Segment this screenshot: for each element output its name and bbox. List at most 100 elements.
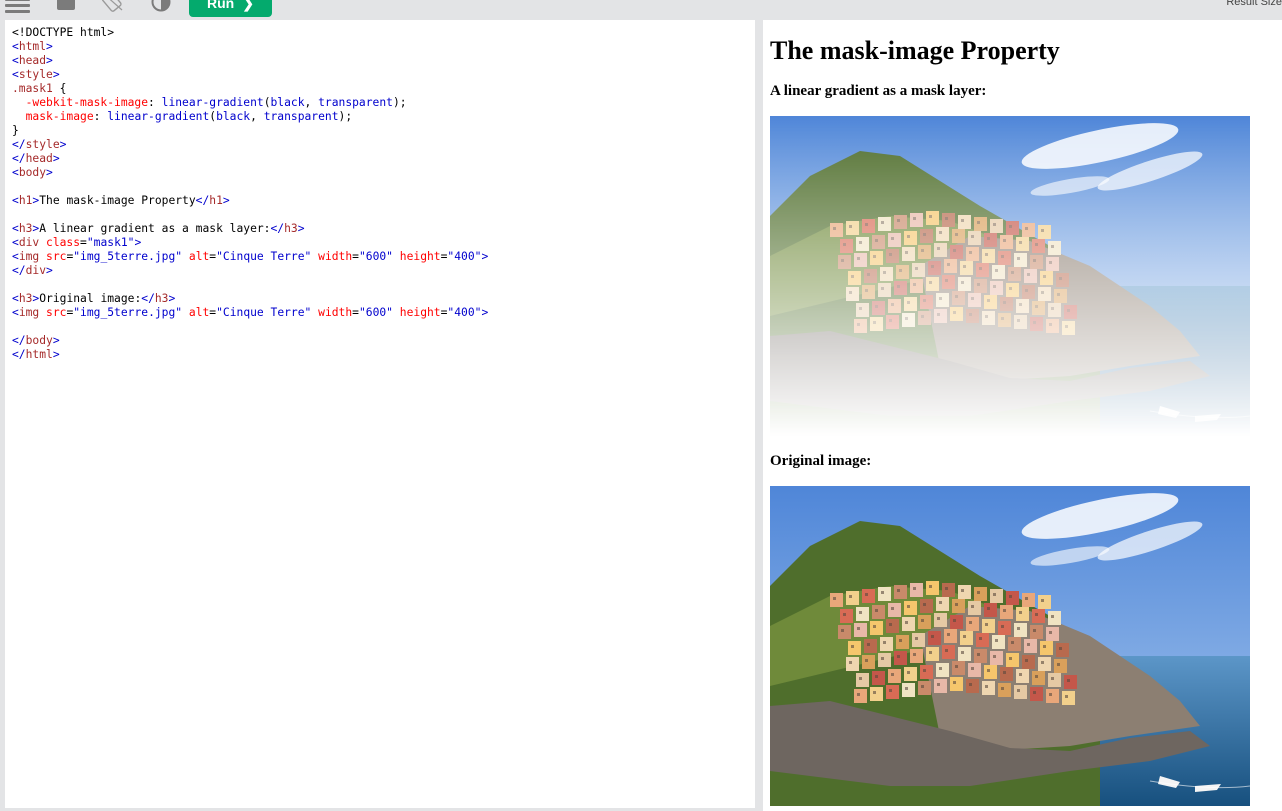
window	[865, 659, 868, 662]
house	[984, 603, 997, 617]
house	[840, 609, 853, 623]
house	[846, 591, 859, 605]
window	[859, 241, 862, 244]
window	[905, 687, 908, 690]
house	[1000, 235, 1013, 249]
window	[1003, 239, 1006, 242]
window	[1011, 271, 1014, 274]
code-editor[interactable]: <!DOCTYPE html> <html> <head> <style> .m…	[5, 20, 755, 808]
house	[904, 667, 917, 681]
window	[1049, 261, 1052, 264]
house	[1030, 625, 1043, 639]
window	[923, 669, 926, 672]
toolbar: Run ❯ Result Size	[0, 0, 1282, 20]
menu-icon[interactable]	[5, 0, 30, 13]
window	[1019, 611, 1022, 614]
house	[862, 655, 875, 669]
window	[1035, 675, 1038, 678]
house	[846, 287, 859, 301]
house	[838, 255, 851, 269]
pane-splitter[interactable]	[755, 20, 763, 811]
house	[1048, 611, 1061, 625]
house	[854, 689, 867, 703]
window	[993, 655, 996, 658]
window	[867, 273, 870, 276]
window	[857, 627, 860, 630]
window	[867, 643, 870, 646]
window	[873, 321, 876, 324]
house	[894, 281, 907, 295]
window	[929, 281, 932, 284]
window	[961, 589, 964, 592]
window	[873, 625, 876, 628]
window	[955, 233, 958, 236]
window	[993, 285, 996, 288]
house	[1016, 607, 1029, 621]
result-pane: The mask-image Property A linear gradien…	[763, 20, 1282, 811]
result-subheading-original: Original image:	[770, 453, 872, 469]
contrast-icon[interactable]	[151, 0, 171, 12]
window	[979, 267, 982, 270]
house	[942, 583, 955, 597]
house	[926, 211, 939, 225]
house	[862, 589, 875, 603]
window	[931, 265, 934, 268]
window	[881, 221, 884, 224]
house	[974, 217, 987, 231]
house	[854, 253, 867, 267]
window	[971, 667, 974, 670]
window	[881, 591, 884, 594]
house	[934, 243, 947, 257]
window	[955, 603, 958, 606]
window	[969, 251, 972, 254]
window	[881, 287, 884, 290]
house	[910, 583, 923, 597]
house	[926, 647, 939, 661]
window	[971, 605, 974, 608]
window	[1019, 303, 1022, 306]
window	[907, 301, 910, 304]
window	[977, 591, 980, 594]
house	[880, 267, 893, 281]
house	[1030, 317, 1043, 331]
house	[1006, 221, 1019, 235]
house	[910, 279, 923, 293]
window	[891, 607, 894, 610]
window	[1067, 309, 1070, 312]
window	[915, 637, 918, 640]
house	[1014, 685, 1027, 699]
window	[865, 593, 868, 596]
window	[1033, 629, 1036, 632]
rotate-icon[interactable]	[102, 0, 126, 12]
window	[971, 297, 974, 300]
window	[1017, 257, 1020, 260]
window	[923, 603, 926, 606]
house	[848, 271, 861, 285]
house	[928, 631, 941, 645]
house	[1014, 623, 1027, 637]
window	[897, 589, 900, 592]
window	[985, 685, 988, 688]
house	[1048, 303, 1061, 317]
house	[1022, 223, 1035, 237]
house	[878, 653, 891, 667]
window	[849, 225, 852, 228]
house	[974, 587, 987, 601]
run-button[interactable]: Run ❯	[189, 0, 272, 17]
window	[897, 219, 900, 222]
window	[1003, 609, 1006, 612]
house	[1032, 301, 1045, 315]
house	[1000, 605, 1013, 619]
window	[875, 305, 878, 308]
window	[1059, 647, 1062, 650]
save-icon[interactable]	[57, 0, 75, 10]
house	[864, 269, 877, 283]
window	[891, 303, 894, 306]
house	[1062, 321, 1075, 335]
house	[936, 227, 949, 241]
window	[1027, 273, 1030, 276]
code-text[interactable]: <!DOCTYPE html> <html> <head> <style> .m…	[5, 20, 755, 362]
window	[969, 313, 972, 316]
window	[1051, 615, 1054, 618]
window	[971, 235, 974, 238]
